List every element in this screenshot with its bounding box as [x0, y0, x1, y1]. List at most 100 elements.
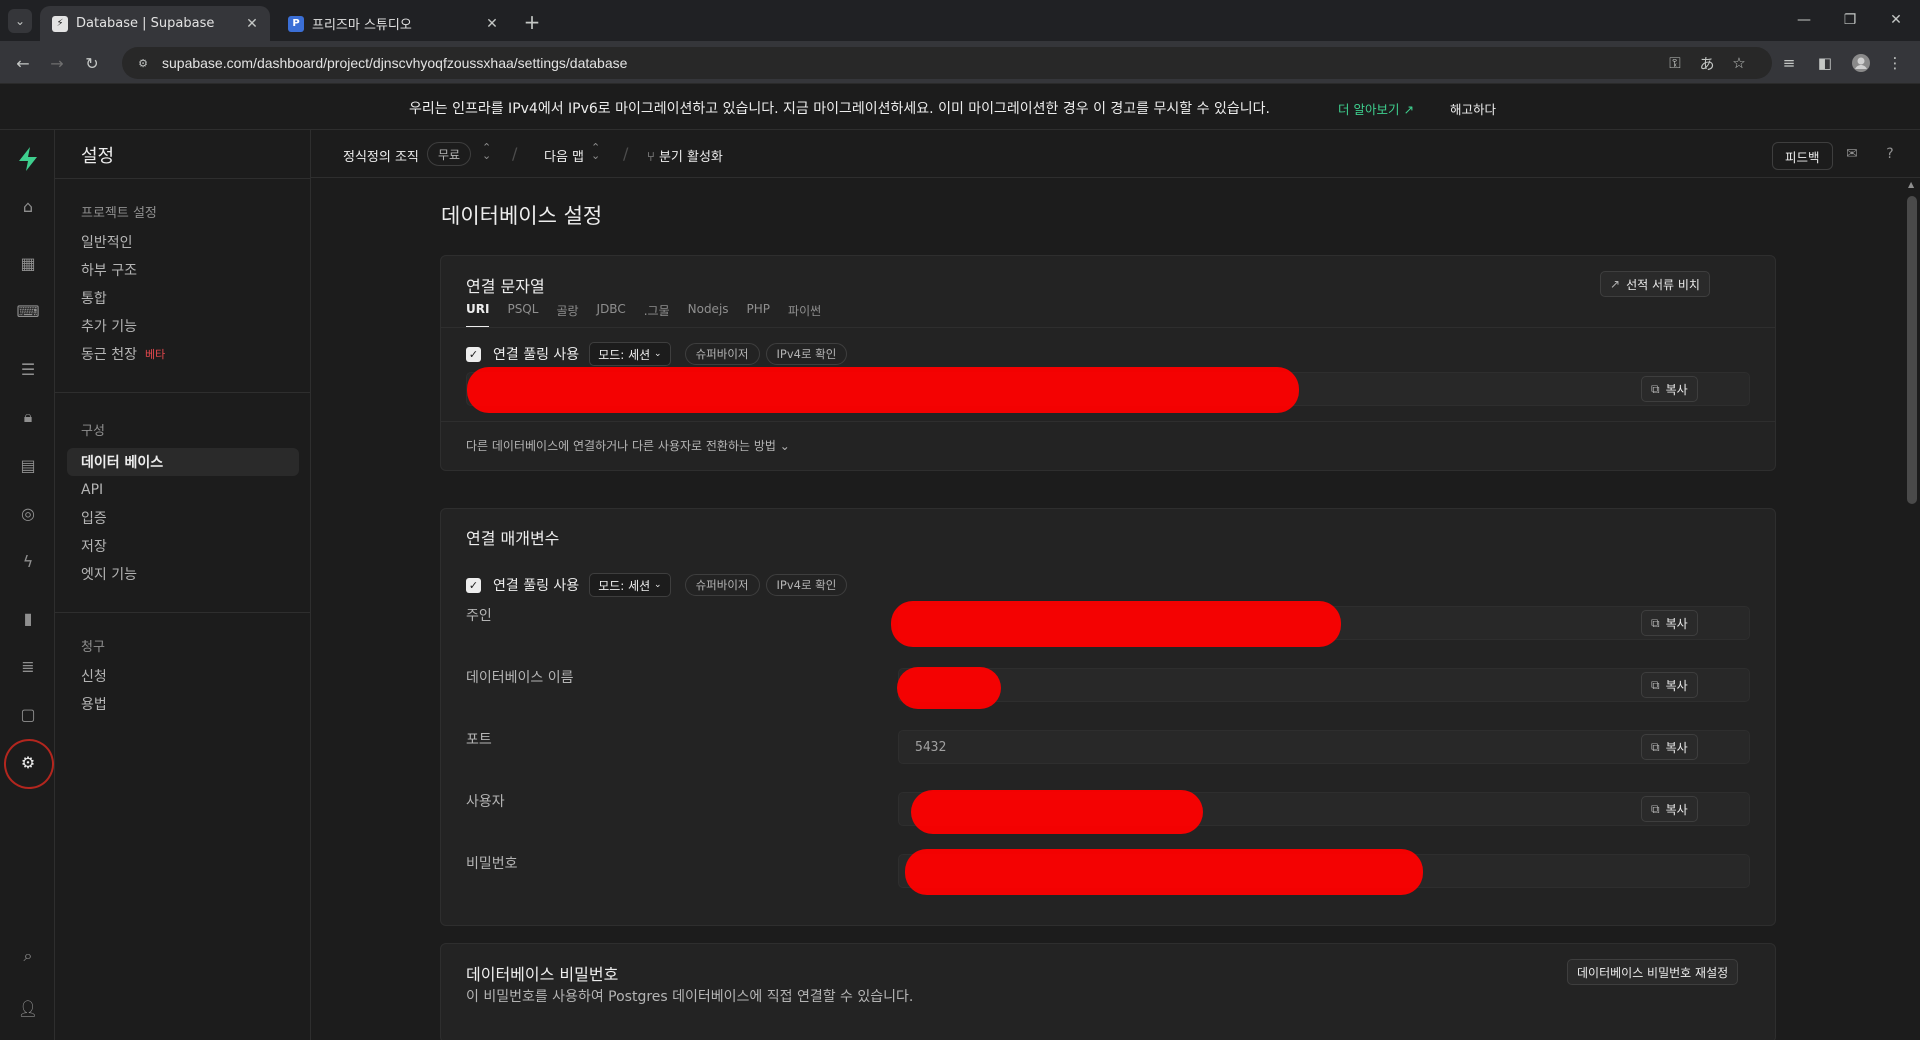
- supavisor-tag: 슈퍼바이저: [684, 343, 760, 365]
- site-info-icon[interactable]: ⚙: [134, 54, 152, 72]
- tab-psql[interactable]: PSQL: [507, 294, 538, 328]
- url-bar[interactable]: ⚙ supabase.com/dashboard/project/djnscvh…: [122, 47, 1772, 79]
- api-docs-icon[interactable]: ▢: [14, 700, 42, 728]
- close-window-icon[interactable]: ✕: [1884, 8, 1908, 32]
- copy-button[interactable]: ⧉ 복사: [1641, 610, 1698, 636]
- translate-icon[interactable]: あ: [1694, 50, 1720, 76]
- media-controls-icon[interactable]: ≡: [1776, 50, 1802, 76]
- authentication-icon[interactable]: 🔒︎: [14, 403, 42, 431]
- sidebar-item-subscription[interactable]: 신청: [67, 662, 299, 690]
- sidebar-item-infrastructure[interactable]: 하부 구조: [67, 256, 299, 284]
- enable-branching-button[interactable]: ⑂ 분기 활성화: [647, 146, 723, 165]
- docs-button[interactable]: ↗ 선적 서류 비치: [1600, 271, 1710, 297]
- database-icon[interactable]: ☰: [14, 355, 42, 383]
- connect-other-db-toggle[interactable]: 다른 데이터베이스에 연결하거나 다른 사용자로 전환하는 방법 ⌄: [466, 437, 790, 454]
- database-name-field[interactable]: [897, 667, 1750, 709]
- sql-editor-icon[interactable]: ⌨: [14, 297, 42, 325]
- new-tab-icon[interactable]: +: [520, 10, 544, 34]
- learn-more-label: 더 알아보기: [1338, 102, 1400, 117]
- copy-button[interactable]: ⧉ 복사: [1641, 796, 1698, 822]
- sidebar-item-storage[interactable]: 저장: [67, 532, 299, 560]
- user-account-icon[interactable]: 👤︎: [14, 994, 42, 1022]
- sidebar-item-edge-functions[interactable]: 엣지 기능: [67, 560, 299, 588]
- browser-menu-icon[interactable]: ⋮: [1882, 50, 1908, 76]
- tab-golang[interactable]: 골랑: [556, 294, 578, 328]
- project-topbar: 정식정의 조직 무료 ⌃ ⌄ / 다음 맵 ⌃ ⌄ / ⑂ 분기 활성화 피드백 ✉…: [311, 130, 1920, 178]
- sidebar-item-vault[interactable]: 동근 천장 베타: [67, 340, 299, 368]
- tab-python[interactable]: 파이썬: [788, 294, 821, 328]
- sidebar-item-label: 통합: [81, 291, 107, 307]
- tabs-underline: [441, 327, 1775, 328]
- section-label-configuration: 구성: [81, 424, 105, 439]
- password-field[interactable]: [898, 849, 1750, 895]
- reload-icon[interactable]: ↻: [79, 50, 105, 76]
- reset-password-button[interactable]: 데이터베이스 비밀번호 재설정: [1567, 959, 1739, 985]
- ipv4-tag: IPv4로 확인: [765, 343, 848, 365]
- tab-php[interactable]: PHP: [747, 294, 771, 328]
- inbox-icon[interactable]: ✉: [1841, 143, 1863, 165]
- minimize-icon[interactable]: —: [1792, 8, 1816, 32]
- scroll-up-icon[interactable]: ▲: [1908, 180, 1914, 189]
- sidebar-item-database[interactable]: 데이터 베이스: [67, 448, 299, 476]
- main-scrollbar[interactable]: ▲: [1904, 178, 1920, 1040]
- search-icon[interactable]: ⌕: [14, 942, 42, 970]
- pool-mode-dropdown[interactable]: 모드: 세션 ⌄: [589, 573, 671, 597]
- user-field[interactable]: [898, 790, 1750, 834]
- tab-uri[interactable]: URI: [466, 294, 490, 328]
- copy-button[interactable]: ⧉ 복사: [1641, 376, 1698, 402]
- tab-dotnet[interactable]: .그물: [644, 294, 670, 328]
- host-field[interactable]: [891, 601, 1750, 647]
- project-breadcrumb[interactable]: 다음 맵: [544, 146, 584, 165]
- org-switcher-icon[interactable]: ⌃ ⌄: [482, 142, 491, 161]
- sidebar-item-general[interactable]: 일반적인: [67, 228, 299, 256]
- restore-icon[interactable]: ❐: [1838, 8, 1862, 32]
- connection-string-field[interactable]: [466, 367, 1750, 413]
- reports-icon[interactable]: ▮: [14, 604, 42, 632]
- use-pooling-checkbox[interactable]: ✓: [466, 346, 481, 362]
- tab-nodejs[interactable]: Nodejs: [688, 294, 729, 328]
- tab-jdbc[interactable]: JDBC: [597, 294, 626, 328]
- sidebar-item-api[interactable]: API: [67, 476, 299, 504]
- copy-button[interactable]: ⧉ 복사: [1641, 734, 1698, 760]
- learn-more-link[interactable]: 더 알아보기 ↗: [1338, 99, 1414, 118]
- browser-tab-prisma[interactable]: P 프리즈마 스튜디오 ✕: [276, 6, 510, 41]
- storage-icon[interactable]: ▤: [14, 451, 42, 479]
- table-editor-icon[interactable]: ▦: [14, 249, 42, 277]
- port-field[interactable]: 5432: [898, 730, 1750, 764]
- redaction-mark: [911, 790, 1203, 834]
- pool-mode-dropdown[interactable]: 모드: 세션 ⌄: [589, 342, 671, 366]
- tab-search-icon[interactable]: ⌄: [8, 9, 32, 33]
- sidebar-item-integrations[interactable]: 통합: [67, 284, 299, 312]
- password-key-icon[interactable]: ⚿: [1662, 50, 1688, 76]
- dismiss-banner-button[interactable]: 해고하다: [1450, 99, 1496, 118]
- redaction-mark: [467, 367, 1299, 413]
- edge-functions-icon[interactable]: ϟ: [14, 547, 42, 575]
- browser-tab-supabase[interactable]: ⚡ Database | Supabase ✕: [40, 6, 270, 41]
- copy-button[interactable]: ⧉ 복사: [1641, 672, 1698, 698]
- copy-icon: ⧉: [1651, 615, 1660, 630]
- home-icon[interactable]: ⌂: [14, 192, 42, 220]
- sidebar-item-add-ons[interactable]: 추가 기능: [67, 312, 299, 340]
- close-tab-icon[interactable]: ✕: [244, 16, 260, 32]
- profile-avatar-icon[interactable]: [1848, 50, 1874, 76]
- help-icon[interactable]: ?: [1879, 143, 1901, 165]
- browser-tab-title: Database | Supabase: [76, 16, 215, 31]
- copy-icon: ⧉: [1651, 739, 1660, 754]
- bookmark-star-icon[interactable]: ☆: [1726, 50, 1752, 76]
- feedback-button[interactable]: 피드백: [1772, 142, 1833, 170]
- close-tab-icon[interactable]: ✕: [484, 16, 500, 32]
- forward-icon[interactable]: →: [44, 50, 70, 76]
- password-description: 이 비밀번호를 사용하여 Postgres 데이터베이스에 직접 연결할 수 있…: [466, 989, 914, 1005]
- back-icon[interactable]: ←: [10, 50, 36, 76]
- supabase-logo-icon[interactable]: [14, 145, 42, 173]
- sidebar-item-usage[interactable]: 용법: [67, 690, 299, 718]
- logs-icon[interactable]: ≣: [14, 652, 42, 680]
- copy-label: 복사: [1665, 616, 1688, 631]
- use-pooling-checkbox[interactable]: ✓: [466, 577, 481, 593]
- org-breadcrumb[interactable]: 정식정의 조직: [343, 146, 419, 165]
- scrollbar-thumb[interactable]: [1907, 196, 1917, 504]
- sidebar-item-auth[interactable]: 입증: [67, 504, 299, 532]
- side-panel-icon[interactable]: ◧: [1812, 50, 1838, 76]
- realtime-icon[interactable]: ◎: [14, 499, 42, 527]
- project-switcher-icon[interactable]: ⌃ ⌄: [591, 142, 600, 161]
